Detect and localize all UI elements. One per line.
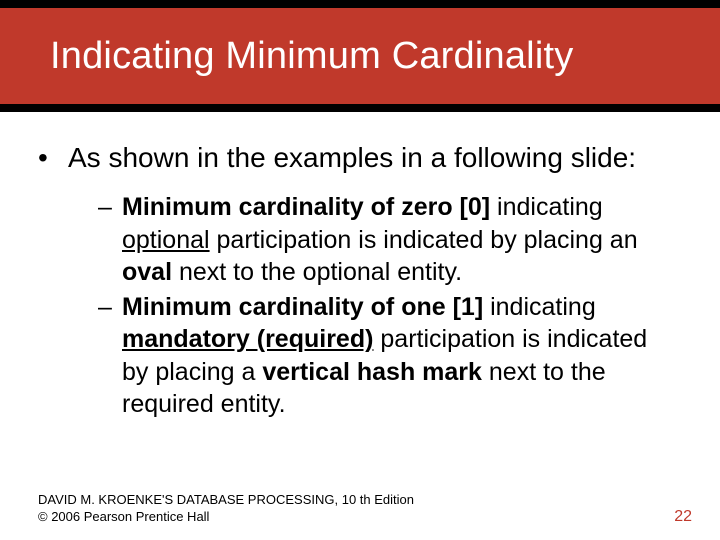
sub-item-1: – Minimum cardinality of zero [0] indica… <box>98 191 670 289</box>
title-inner: Indicating Minimum Cardinality <box>0 8 720 104</box>
lead-text: As shown in the examples in a following … <box>68 140 636 175</box>
sub2-t1: indicating <box>483 293 596 321</box>
slide-title: Indicating Minimum Cardinality <box>50 35 573 78</box>
sub1-t1: indicating <box>490 193 603 221</box>
footer-attribution: DAVID M. KROENKE'S DATABASE PROCESSING, … <box>38 491 414 526</box>
content-area: • As shown in the examples in a followin… <box>0 112 720 421</box>
sub-item-2: – Minimum cardinality of one [1] indicat… <box>98 291 670 421</box>
sub1-strong2: oval <box>122 258 172 286</box>
sub1-strong1: Minimum cardinality of zero [0] <box>122 193 490 221</box>
sub2-strong-underline: mandatory (required) <box>122 325 373 353</box>
footer-line1: DAVID M. KROENKE'S DATABASE PROCESSING, … <box>38 491 414 509</box>
sub2-strong2: vertical hash mark <box>262 358 482 386</box>
sub-item-1-body: Minimum cardinality of zero [0] indicati… <box>122 191 670 289</box>
bullet-dot-icon: • <box>38 140 68 175</box>
sub-item-2-body: Minimum cardinality of one [1] indicatin… <box>122 291 670 421</box>
sub2-strong1: Minimum cardinality of one [1] <box>122 293 483 321</box>
sub1-t2: participation is indicated by placing an <box>210 226 638 254</box>
bullet-main: • As shown in the examples in a followin… <box>38 140 670 175</box>
page-number: 22 <box>674 508 692 526</box>
dash-icon: – <box>98 191 122 289</box>
title-band: Indicating Minimum Cardinality <box>0 0 720 112</box>
dash-icon: – <box>98 291 122 421</box>
footer-line2: © 2006 Pearson Prentice Hall <box>38 508 414 526</box>
sublist: – Minimum cardinality of zero [0] indica… <box>98 191 670 421</box>
sub1-t3: next to the optional entity. <box>172 258 462 286</box>
footer: DAVID M. KROENKE'S DATABASE PROCESSING, … <box>38 491 692 526</box>
sub1-underline1: optional <box>122 226 210 254</box>
